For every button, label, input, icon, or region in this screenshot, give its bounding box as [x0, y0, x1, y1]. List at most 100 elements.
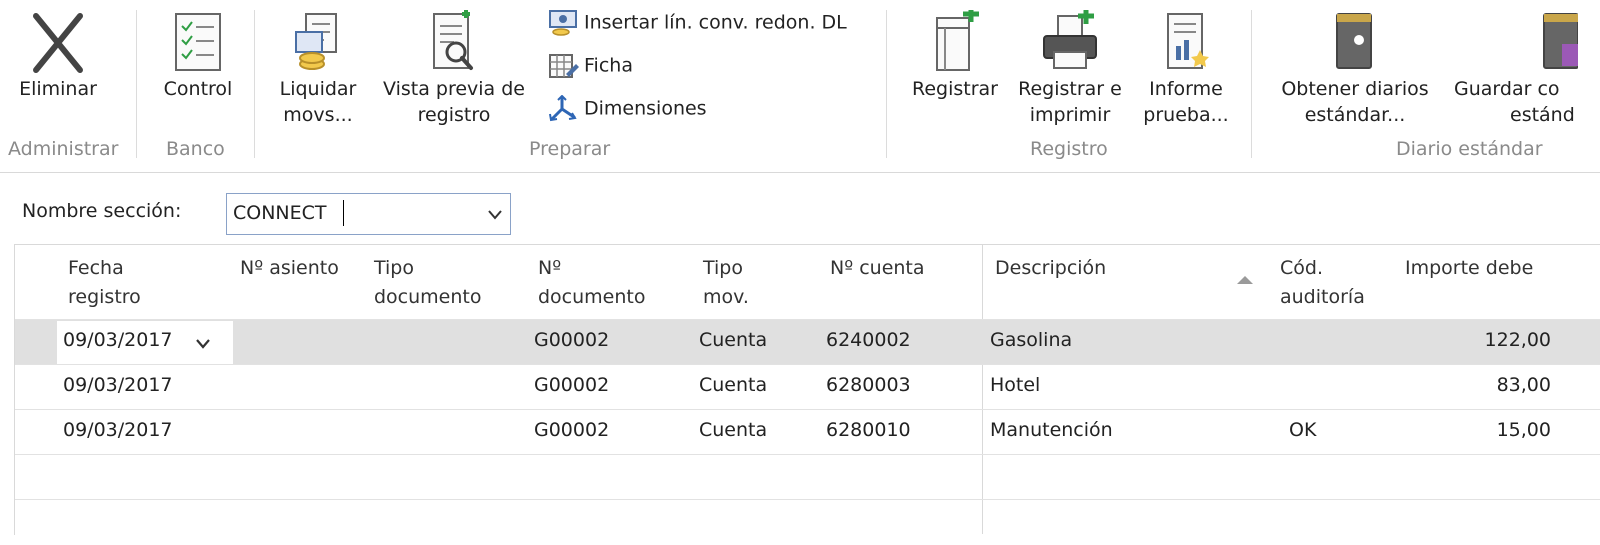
registrar-imprimir-button[interactable]: Registrar e imprimir: [1012, 10, 1128, 128]
guardar-label-2: estánd: [1510, 104, 1575, 126]
section-name-dropdown[interactable]: CONNECT: [226, 193, 511, 235]
group-label-registro: Registro: [1030, 138, 1108, 160]
group-separator: [1251, 10, 1252, 158]
guardar-diario-button[interactable]: Guardar co estánd: [1452, 10, 1600, 128]
ficha-button[interactable]: Ficha: [548, 52, 633, 80]
control-button[interactable]: Control: [152, 10, 244, 102]
informe-label-2: prueba...: [1143, 104, 1229, 126]
header-text: Nº cuenta: [830, 257, 925, 279]
col-header-descripcion[interactable]: Descripción: [995, 254, 1106, 283]
cell-n-documento[interactable]: G00002: [534, 419, 609, 441]
cell-n-cuenta[interactable]: 6240002: [826, 329, 911, 351]
get-standard-journals-icon: [1336, 13, 1372, 69]
informe-prueba-button[interactable]: Informe prueba...: [1136, 10, 1236, 128]
cell-descripcion[interactable]: Gasolina: [990, 329, 1072, 351]
cell-fecha[interactable]: 09/03/2017: [63, 329, 173, 351]
text-caret: [343, 200, 344, 226]
cell-n-documento[interactable]: G00002: [534, 329, 609, 351]
col-header-n-documento[interactable]: Nº documento: [538, 254, 646, 312]
insertar-redondeo-button[interactable]: Insertar lín. conv. redon. DL: [548, 9, 847, 37]
test-report-icon: [1167, 13, 1209, 69]
liquidar-label-2: movs...: [283, 104, 353, 126]
header-text: documento: [538, 286, 646, 308]
registrar-imprimir-label-2: imprimir: [1029, 104, 1111, 126]
group-label-administrar: Administrar: [8, 138, 119, 160]
apply-entries-icon: [295, 13, 337, 70]
chevron-down-icon[interactable]: [195, 338, 211, 350]
obtener-label-1: Obtener diarios: [1281, 78, 1429, 100]
registrar-label: Registrar: [912, 78, 998, 100]
header-text: registro: [68, 286, 141, 308]
cell-n-documento[interactable]: G00002: [534, 374, 609, 396]
post-icon: [936, 10, 979, 71]
save-standard-journal-icon: [1543, 13, 1578, 69]
col-header-n-cuenta[interactable]: Nº cuenta: [830, 254, 925, 283]
cell-tipo-mov[interactable]: Cuenta: [699, 329, 767, 351]
dimensiones-button[interactable]: Dimensiones: [548, 94, 707, 123]
table-row[interactable]: 09/03/2017 G00002 Cuenta 6240002 Gasolin…: [15, 319, 1600, 365]
group-separator: [254, 10, 255, 158]
sort-ascending-icon: [1237, 276, 1253, 284]
cell-descripcion[interactable]: Hotel: [990, 374, 1040, 396]
vista-label-2: registro: [417, 104, 491, 126]
cell-fecha[interactable]: 09/03/2017: [63, 374, 173, 396]
empty-row[interactable]: [15, 454, 1600, 500]
registrar-imprimir-label-1: Registrar e: [1018, 78, 1122, 100]
liquidar-movs-button[interactable]: Liquidar movs...: [270, 10, 366, 128]
ribbon: Eliminar Administrar Control Banco Liqui…: [0, 0, 1600, 173]
header-text: Nº asiento: [240, 257, 339, 279]
table-row[interactable]: 09/03/2017 G00002 Cuenta 6280003 Hotel 8…: [15, 364, 1600, 410]
cell-n-cuenta[interactable]: 6280003: [826, 374, 911, 396]
cell-importe-debe[interactable]: 83,00: [1405, 374, 1551, 396]
vista-previa-button[interactable]: Vista previa de registro: [376, 10, 532, 128]
delete-label: Eliminar: [19, 78, 97, 100]
informe-label-1: Informe: [1149, 78, 1223, 100]
cell-importe-debe[interactable]: 15,00: [1405, 419, 1551, 441]
section-name-value: CONNECT: [233, 202, 327, 224]
header-text: Importe debe: [1405, 257, 1534, 279]
col-header-tipo-mov[interactable]: Tipo mov.: [703, 254, 749, 312]
header-text: Tipo: [703, 257, 743, 279]
cell-n-cuenta[interactable]: 6280010: [826, 419, 911, 441]
group-label-banco: Banco: [166, 138, 225, 160]
header-text: Cód.: [1280, 257, 1323, 279]
col-header-fecha[interactable]: Fecha registro: [68, 254, 141, 312]
col-header-tipo-documento[interactable]: Tipo documento: [374, 254, 482, 312]
section-name-label: Nombre sección:: [22, 200, 182, 222]
insert-rounding-icon: [549, 10, 577, 36]
header-text: documento: [374, 286, 482, 308]
cell-importe-debe[interactable]: 122,00: [1405, 329, 1551, 351]
cell-fecha[interactable]: 09/03/2017: [63, 419, 173, 441]
header-text: Nº: [538, 257, 562, 279]
chevron-down-icon[interactable]: [487, 209, 503, 221]
registrar-button[interactable]: Registrar: [906, 10, 1004, 102]
col-header-importe-debe[interactable]: Importe debe: [1405, 254, 1533, 283]
cell-tipo-mov[interactable]: Cuenta: [699, 419, 767, 441]
card-icon: [549, 54, 579, 78]
header-text: Descripción: [995, 257, 1107, 279]
control-label: Control: [163, 78, 233, 100]
post-and-print-icon: [1043, 10, 1097, 69]
header-text: Tipo: [374, 257, 414, 279]
empty-row[interactable]: [15, 499, 1600, 545]
col-header-auditoria[interactable]: Cód. auditoría: [1280, 254, 1365, 312]
table-row[interactable]: 09/03/2017 G00002 Cuenta 6280010 Manuten…: [15, 409, 1600, 455]
delete-x-icon: [33, 13, 83, 73]
group-label-diario: Diario estándar: [1396, 138, 1543, 160]
col-header-asiento[interactable]: Nº asiento: [240, 254, 339, 283]
vista-label-1: Vista previa de: [383, 78, 525, 100]
dimensions-icon: [549, 94, 577, 122]
group-separator: [886, 10, 887, 158]
cell-tipo-mov[interactable]: Cuenta: [699, 374, 767, 396]
group-separator: [136, 10, 137, 158]
cell-descripcion[interactable]: Manutención: [990, 419, 1113, 441]
ficha-label: Ficha: [584, 54, 633, 77]
insertar-label: Insertar lín. conv. redon. DL: [584, 11, 847, 34]
cell-auditoria[interactable]: OK: [1289, 419, 1316, 441]
liquidar-label-1: Liquidar: [279, 78, 357, 100]
obtener-diarios-button[interactable]: Obtener diarios estándar...: [1270, 10, 1440, 128]
obtener-label-2: estándar...: [1304, 104, 1406, 126]
delete-button[interactable]: Eliminar: [10, 10, 106, 102]
checklist-icon: [175, 13, 221, 71]
date-cell-editor[interactable]: 09/03/2017: [57, 321, 233, 364]
